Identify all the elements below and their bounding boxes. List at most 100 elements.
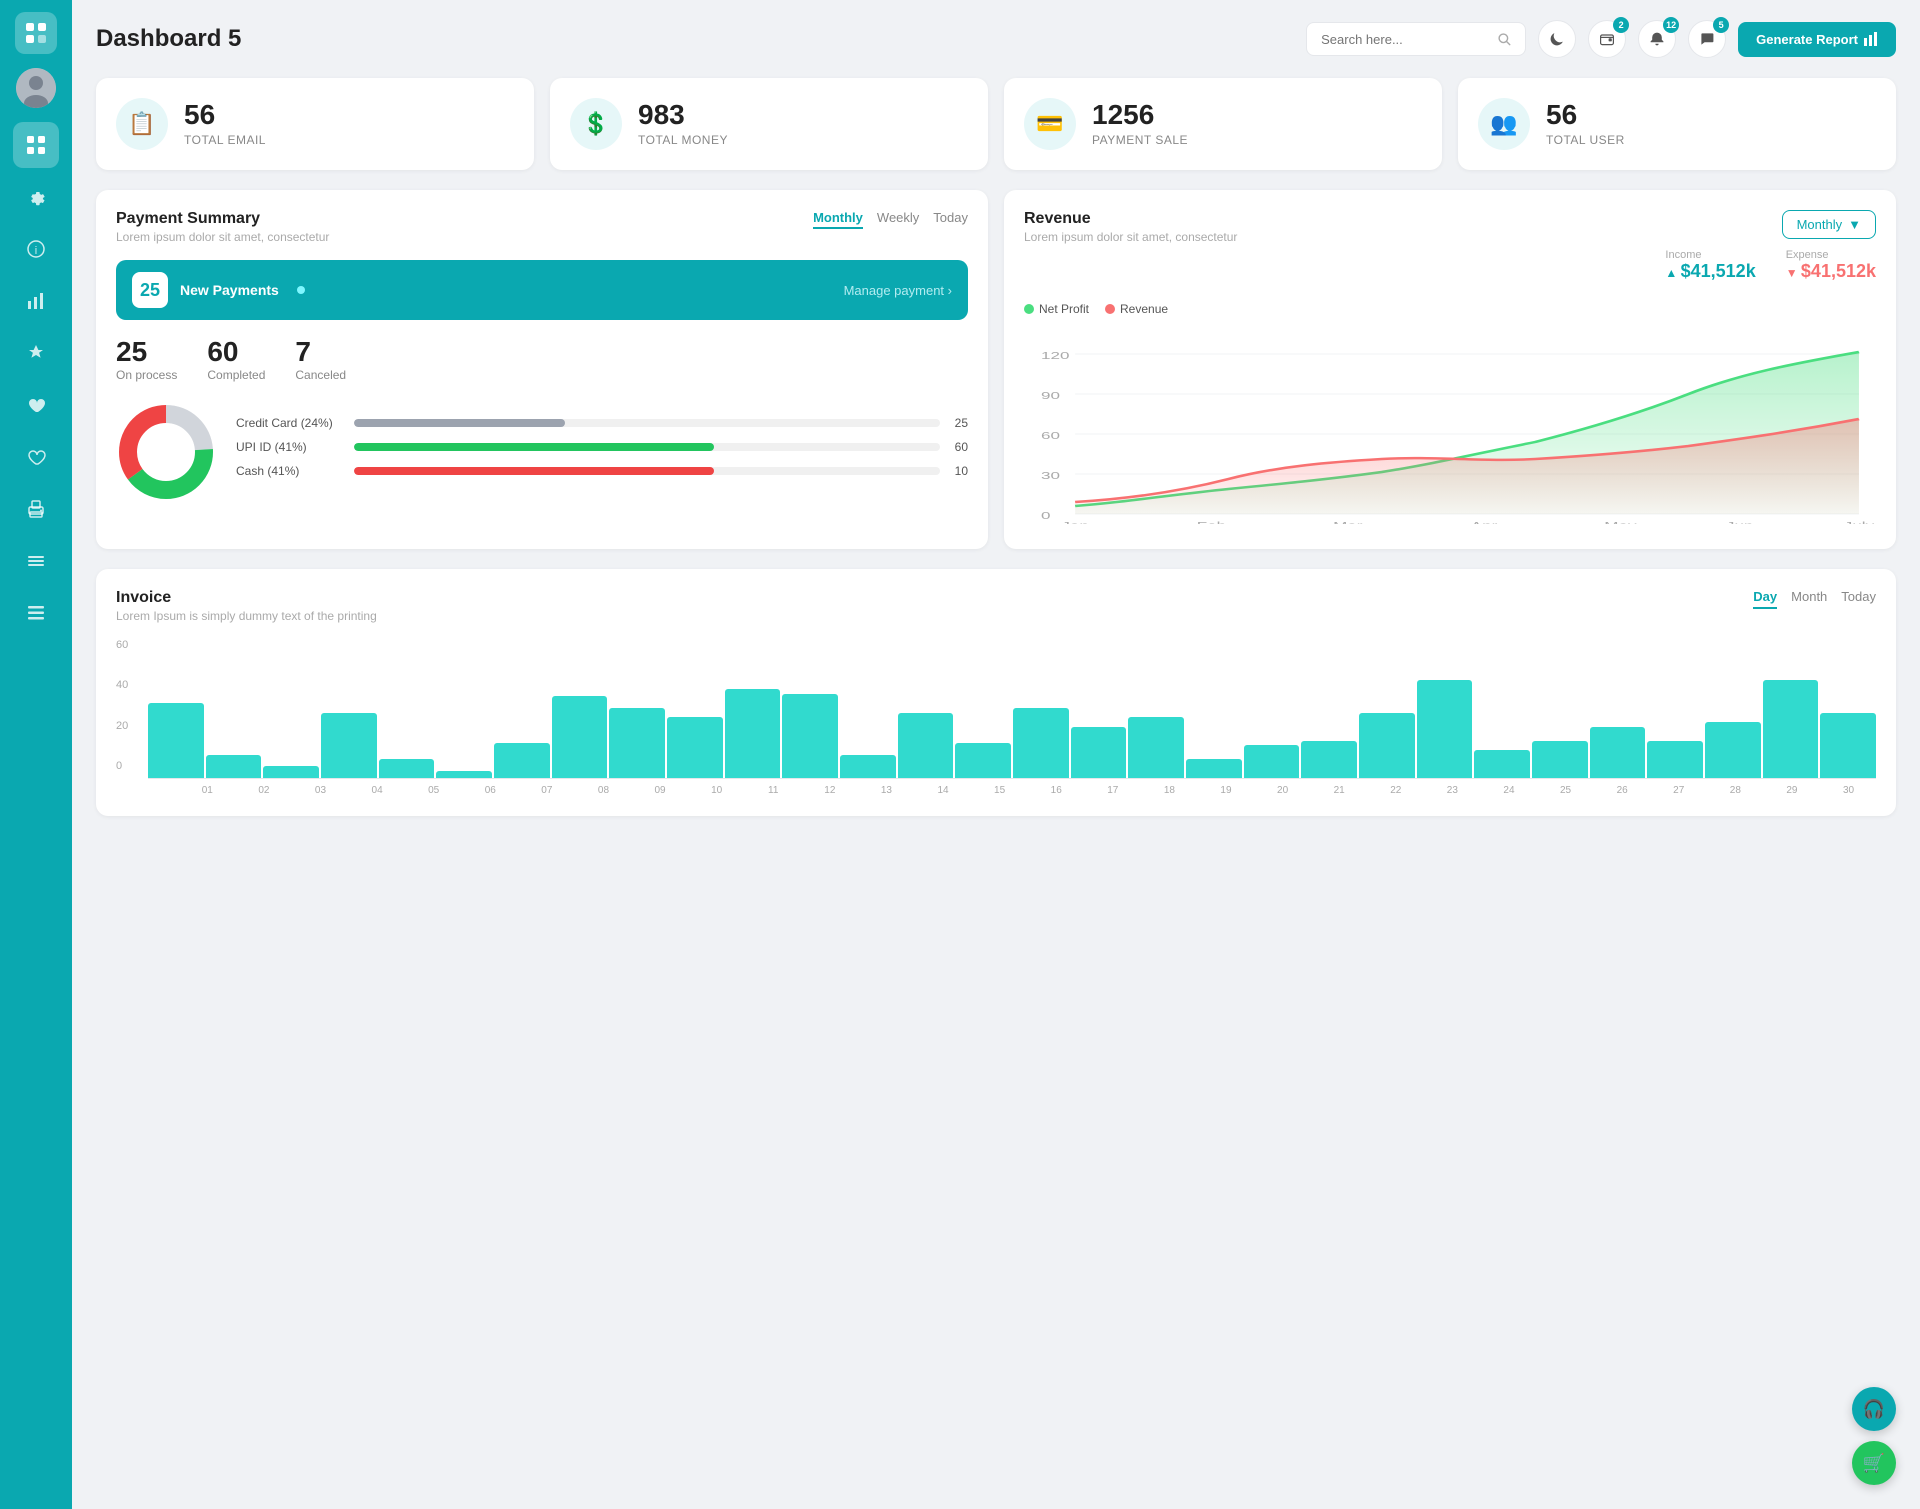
- svg-text:0: 0: [1041, 510, 1051, 521]
- sidebar-item-settings[interactable]: [13, 174, 59, 220]
- page-title: Dashboard 5: [96, 25, 241, 53]
- bar[interactable]: [1013, 708, 1069, 778]
- bar[interactable]: [321, 713, 377, 778]
- bar[interactable]: [1705, 722, 1761, 778]
- bar-chart-x-labels: 0102030405060708091011121314151617181920…: [180, 785, 1876, 796]
- bar-x-label: 22: [1368, 785, 1423, 796]
- method-bar-track: [354, 467, 940, 475]
- revenue-card: Revenue Lorem ipsum dolor sit amet, cons…: [1004, 190, 1896, 549]
- bar-x-label: 09: [633, 785, 688, 796]
- sidebar-item-heart[interactable]: [13, 382, 59, 428]
- payment-tab-today[interactable]: Today: [933, 210, 968, 229]
- bar[interactable]: [379, 759, 435, 778]
- sidebar-item-list[interactable]: [13, 590, 59, 636]
- revenue-dropdown[interactable]: Monthly ▼: [1782, 210, 1876, 239]
- support-fab[interactable]: 🎧: [1852, 1387, 1896, 1431]
- stat-label: TOTAL USER: [1546, 133, 1625, 147]
- bar-x-label: 05: [406, 785, 461, 796]
- bar[interactable]: [782, 694, 838, 778]
- stat-number: 1256: [1092, 101, 1188, 129]
- bar[interactable]: [1647, 741, 1703, 778]
- bar[interactable]: [955, 743, 1011, 778]
- header: Dashboard 5 2 12 5 Generate Repo: [96, 20, 1896, 58]
- bar[interactable]: [1244, 745, 1300, 778]
- trio-item: 25On process: [116, 336, 177, 382]
- stat-icon: 👥: [1478, 98, 1530, 150]
- sidebar-item-star[interactable]: [13, 330, 59, 376]
- search-input[interactable]: [1321, 32, 1489, 47]
- bar[interactable]: [436, 771, 492, 778]
- middle-row: Payment Summary Lorem ipsum dolor sit am…: [96, 190, 1896, 549]
- bar[interactable]: [609, 708, 665, 778]
- bar[interactable]: [1128, 717, 1184, 778]
- bar[interactable]: [898, 713, 954, 778]
- headphone-icon: 🎧: [1863, 1399, 1885, 1420]
- user-avatar[interactable]: [16, 68, 56, 108]
- bar[interactable]: [1763, 680, 1819, 778]
- stats-row: 📋 56 TOTAL EMAIL 💲 983 TOTAL MONEY 💳 125…: [96, 78, 1896, 170]
- sidebar-item-info[interactable]: i: [13, 226, 59, 272]
- stat-card: 📋 56 TOTAL EMAIL: [96, 78, 534, 170]
- invoice-tab-today[interactable]: Today: [1841, 589, 1876, 609]
- search-box: [1306, 22, 1526, 56]
- bar[interactable]: [1301, 741, 1357, 778]
- legend-item: Revenue: [1105, 302, 1168, 316]
- bar-x-label: 04: [350, 785, 405, 796]
- bar[interactable]: [206, 755, 262, 778]
- bar[interactable]: [1359, 713, 1415, 778]
- bar-x-label: 21: [1312, 785, 1367, 796]
- bar[interactable]: [1532, 741, 1588, 778]
- new-payments-count: 25: [132, 272, 168, 308]
- stat-label: PAYMENT SALE: [1092, 133, 1188, 147]
- svg-text:30: 30: [1041, 470, 1060, 481]
- bar[interactable]: [1590, 727, 1646, 778]
- dark-mode-button[interactable]: [1538, 20, 1576, 58]
- revenue-legend: Net ProfitRevenue: [1024, 302, 1876, 316]
- svg-text:Apr: Apr: [1471, 520, 1498, 524]
- bar-x-label: 26: [1595, 785, 1650, 796]
- bar[interactable]: [263, 766, 319, 778]
- sidebar-item-dashboard[interactable]: [13, 122, 59, 168]
- bar[interactable]: [1474, 750, 1530, 778]
- invoice-header: Invoice Lorem Ipsum is simply dummy text…: [116, 589, 1876, 623]
- invoice-tab-month[interactable]: Month: [1791, 589, 1827, 609]
- sidebar-logo[interactable]: [15, 12, 57, 54]
- cart-fab[interactable]: 🛒: [1852, 1441, 1896, 1485]
- sidebar-item-printer[interactable]: [13, 486, 59, 532]
- bar[interactable]: [725, 689, 781, 778]
- main-content: Dashboard 5 2 12 5 Generate Repo: [72, 0, 1920, 1509]
- bar-y-label: 40: [116, 679, 144, 691]
- sidebar-item-menu[interactable]: [13, 538, 59, 584]
- payment-tab-monthly[interactable]: Monthly: [813, 210, 863, 229]
- sidebar-item-saved[interactable]: [13, 434, 59, 480]
- bar-x-label: 28: [1708, 785, 1763, 796]
- bar[interactable]: [667, 717, 723, 778]
- search-icon: [1497, 31, 1511, 47]
- bar[interactable]: [552, 696, 608, 778]
- svg-text:Mar: Mar: [1333, 520, 1363, 524]
- wallet-icon: [1599, 31, 1615, 47]
- payment-methods: Credit Card (24%) 25 UPI ID (41%) 60 Cas…: [116, 402, 968, 502]
- svg-text:120: 120: [1041, 350, 1070, 361]
- bar[interactable]: [1417, 680, 1473, 778]
- manage-payment-link[interactable]: Manage payment ›: [844, 283, 952, 298]
- bar[interactable]: [840, 755, 896, 778]
- bar-y-label: 20: [116, 720, 144, 732]
- wallet-notification-button[interactable]: 2: [1588, 20, 1626, 58]
- bar[interactable]: [148, 703, 204, 778]
- bar-x-label: 19: [1199, 785, 1254, 796]
- moon-icon: [1549, 31, 1565, 47]
- bar-x-label: 11: [746, 785, 801, 796]
- bar[interactable]: [1071, 727, 1127, 778]
- chat-button[interactable]: 5: [1688, 20, 1726, 58]
- sidebar-item-analytics[interactable]: [13, 278, 59, 324]
- bar-x-label: 18: [1142, 785, 1197, 796]
- bell-button[interactable]: 12: [1638, 20, 1676, 58]
- methods-list: Credit Card (24%) 25 UPI ID (41%) 60 Cas…: [236, 416, 968, 488]
- generate-report-button[interactable]: Generate Report: [1738, 22, 1896, 57]
- bar[interactable]: [494, 743, 550, 778]
- payment-tab-weekly[interactable]: Weekly: [877, 210, 919, 229]
- bar[interactable]: [1820, 713, 1876, 778]
- invoice-tab-day[interactable]: Day: [1753, 589, 1777, 609]
- bar[interactable]: [1186, 759, 1242, 778]
